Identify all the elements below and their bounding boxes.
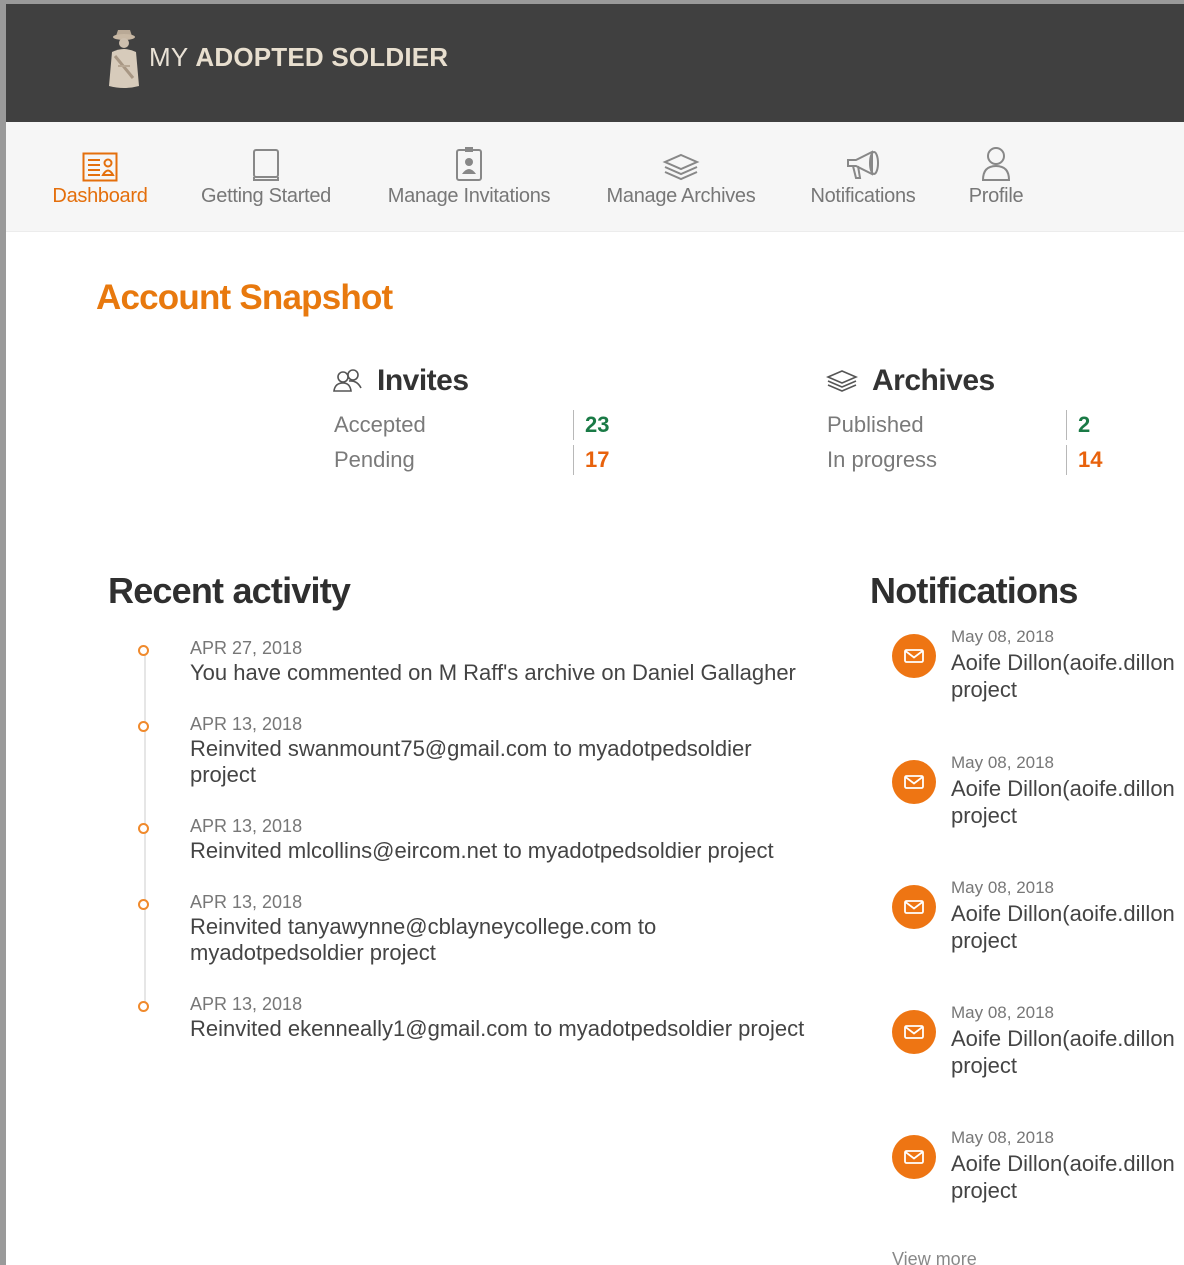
brand-prefix: MY	[149, 42, 188, 72]
notification-line: Aoife Dillon(aoife.dillon	[951, 776, 1175, 801]
activity-date: APR 13, 2018	[190, 816, 303, 836]
activity-date: APR 13, 2018	[190, 714, 303, 734]
activity-date: APR 27, 2018	[190, 638, 303, 658]
layers-icon	[826, 370, 858, 392]
book-icon	[253, 149, 279, 181]
megaphone-icon	[847, 150, 879, 179]
activity-date: APR 13, 2018	[190, 994, 303, 1014]
timeline-dot	[138, 899, 149, 910]
notification-text: Aoife Dillon(aoife.dillon project	[951, 775, 1183, 829]
notification-date: May 08, 2018	[951, 1003, 1055, 1022]
notification-line: Aoife Dillon(aoife.dillon	[951, 901, 1175, 926]
nav-label: Dashboard	[52, 185, 148, 207]
notification-text: Aoife Dillon(aoife.dillon project	[951, 649, 1183, 703]
nav-label: Profile	[968, 185, 1024, 207]
nav-profile[interactable]: Profile	[965, 122, 1027, 231]
nav-dashboard[interactable]: Dashboard	[50, 122, 150, 231]
activity-text: Reinvited tanyawynne@cblayneycollege.com…	[190, 914, 657, 965]
nav-manage-archives[interactable]: Manage Archives	[602, 122, 760, 231]
user-icon	[981, 147, 1011, 181]
users-icon	[333, 369, 362, 392]
timeline-dot	[138, 721, 149, 732]
archives-published-label: Published	[827, 412, 924, 437]
invites-accepted-value: 23	[573, 410, 609, 440]
notification-line: project	[951, 1053, 1018, 1078]
notification-line: Aoife Dillon(aoife.dillon	[951, 1151, 1175, 1176]
notification-line: Aoife Dillon(aoife.dillon	[951, 1026, 1175, 1051]
brand-name[interactable]: MY ADOPTED SOLDIER	[149, 42, 448, 73]
invites-pending-value: 17	[573, 445, 609, 475]
page-title: Account Snapshot	[96, 278, 393, 317]
notification-line: project	[951, 803, 1018, 828]
activity-text: Reinvited swanmount75@gmail.com to myado…	[190, 736, 752, 787]
soldier-logo-icon	[109, 30, 139, 88]
mail-icon	[892, 1010, 936, 1054]
recent-activity-title: Recent activity	[108, 570, 351, 611]
timeline-dot	[138, 1001, 149, 1012]
dashboard-icon	[82, 152, 118, 182]
mail-icon	[892, 1135, 936, 1179]
notification-line: project	[951, 677, 1018, 702]
notification-text: Aoife Dillon(aoife.dillon project	[951, 1025, 1183, 1079]
notification-date: May 08, 2018	[951, 1128, 1055, 1147]
activity-text: Reinvited ekenneally1@gmail.com to myado…	[190, 1016, 805, 1041]
nav-label: Manage Archives	[606, 185, 756, 207]
invites-heading-label: Invites	[377, 364, 469, 397]
invites-heading: Invites	[333, 364, 469, 398]
notification-line: project	[951, 1178, 1018, 1203]
archives-heading-label: Archives	[872, 364, 995, 397]
nav-manage-invitations[interactable]: Manage Invitations	[382, 122, 556, 231]
notification-line: project	[951, 928, 1018, 953]
nav-label: Notifications	[810, 185, 916, 207]
invites-accepted-label: Accepted	[334, 412, 426, 437]
nav-notifications[interactable]: Notifications	[805, 122, 921, 231]
notification-text: Aoife Dillon(aoife.dillon project	[951, 1150, 1183, 1204]
notifications-title: Notifications	[870, 570, 1078, 611]
archives-published-value: 2	[1066, 410, 1090, 440]
archives-in-progress-value: 14	[1066, 445, 1102, 475]
activity-text: You have commented on M Raff's archive o…	[190, 660, 796, 685]
mail-icon	[892, 634, 936, 678]
id-badge-icon	[456, 147, 482, 181]
activity-date: APR 13, 2018	[190, 892, 303, 912]
archives-heading: Archives	[826, 364, 995, 398]
notification-line: Aoife Dillon(aoife.dillon	[951, 650, 1175, 675]
nav-getting-started[interactable]: Getting Started	[196, 122, 336, 231]
view-more-link[interactable]: View more	[892, 1249, 977, 1265]
archives-in-progress-label: In progress	[827, 447, 938, 472]
app-frame: MY ADOPTED SOLDIER Dashboard Getting Sta…	[6, 4, 1184, 1265]
top-header: MY ADOPTED SOLDIER	[6, 4, 1184, 122]
notification-date: May 08, 2018	[951, 627, 1055, 646]
brand-title: ADOPTED SOLDIER	[195, 42, 449, 72]
nav-label: Manage Invitations	[387, 185, 551, 207]
notification-date: May 08, 2018	[951, 753, 1055, 772]
activity-text: Reinvited mlcollins@eircom.net to myadot…	[190, 838, 774, 863]
timeline-dot	[138, 823, 149, 834]
layers-icon	[662, 153, 700, 181]
mail-icon	[892, 885, 936, 929]
nav-label: Getting Started	[200, 185, 332, 207]
invites-pending-label: Pending	[334, 447, 415, 472]
timeline-dot	[138, 645, 149, 656]
main-nav: Dashboard Getting Started Manage Invitat…	[6, 122, 1184, 232]
mail-icon	[892, 760, 936, 804]
notification-text: Aoife Dillon(aoife.dillon project	[951, 900, 1183, 954]
notification-date: May 08, 2018	[951, 878, 1055, 897]
